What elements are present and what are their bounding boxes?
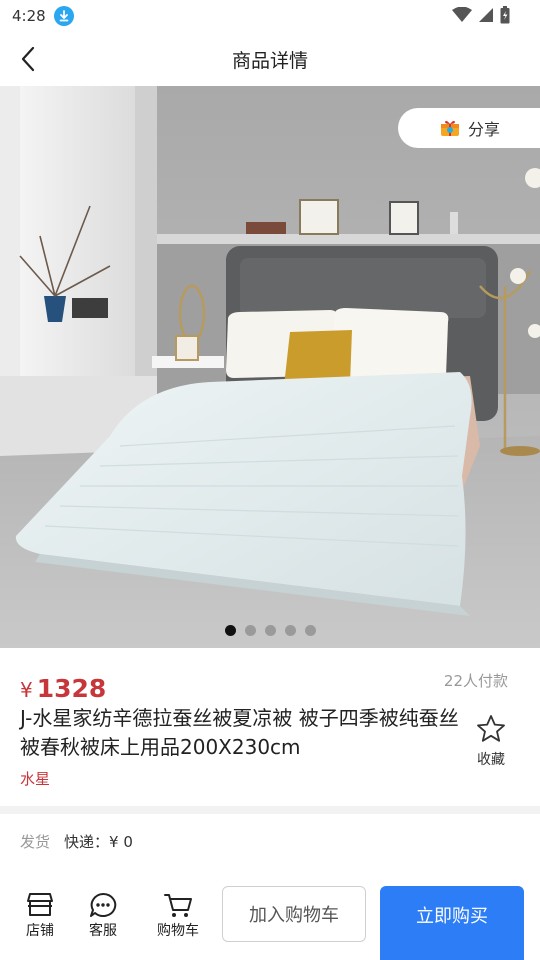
cart-label: 购物车 (157, 923, 199, 939)
favorite-label: 收藏 (477, 752, 505, 768)
nav-bar: 商品详情 (0, 32, 540, 86)
status-bar: 4:28 (0, 0, 540, 32)
price-symbol: ¥ (20, 678, 33, 702)
store-icon (27, 893, 53, 916)
add-to-cart-button[interactable]: 加入购物车 (222, 886, 366, 942)
product-info: ¥1328 22人付款 J-水星家纺辛德拉蚕丝被夏凉被 被子四季被纯蚕丝被春秋被… (0, 648, 540, 806)
carousel-indicator (0, 625, 540, 636)
page-title: 商品详情 (231, 50, 308, 72)
status-icons (452, 6, 510, 24)
battery-icon (500, 6, 510, 24)
product-title: J-水星家纺辛德拉蚕丝被夏凉被 被子四季被纯蚕丝被春秋被床上用品200X230c… (20, 706, 459, 759)
buy-now-button[interactable]: 立即购买 (380, 886, 524, 960)
wifi-icon (452, 7, 472, 22)
customer-service-label: 客服 (89, 923, 117, 939)
status-time: 4:28 (12, 7, 46, 25)
price: ¥1328 (20, 674, 106, 703)
favorite-button[interactable]: 收藏 (472, 714, 510, 769)
brand-label[interactable]: 水星 (20, 768, 50, 789)
share-label: 分享 (468, 120, 501, 139)
carousel-dot[interactable] (224, 625, 236, 636)
share-button[interactable]: 分享 (398, 108, 540, 148)
sold-count: 22人付款 (443, 672, 508, 690)
carousel-dot[interactable] (304, 625, 316, 636)
price-value: 1328 (36, 674, 107, 703)
cart-icon (164, 894, 192, 917)
bottom-action-bar: 店铺 客服 购物车 加入购物车 立即购买 (0, 868, 540, 960)
star-icon (477, 715, 505, 742)
gift-icon (441, 120, 459, 136)
product-image-carousel[interactable]: 分享 (0, 86, 540, 648)
product-photo (0, 86, 540, 648)
carousel-dot[interactable] (284, 625, 296, 636)
carousel-dot[interactable] (244, 625, 256, 636)
customer-service-tab[interactable]: 客服 (78, 892, 128, 940)
cart-tab[interactable]: 购物车 (153, 892, 203, 940)
shipping-value: 快递：¥ 0 (64, 832, 133, 851)
signal-icon (479, 8, 493, 22)
store-tab[interactable]: 店铺 (15, 892, 65, 940)
chat-icon (90, 892, 117, 917)
carousel-dot[interactable] (264, 625, 276, 636)
shipping-label: 发货 (20, 832, 51, 851)
shipping-row: 发货 快递：¥ 0 (0, 814, 540, 868)
download-icon (53, 6, 74, 26)
store-label: 店铺 (26, 923, 54, 939)
